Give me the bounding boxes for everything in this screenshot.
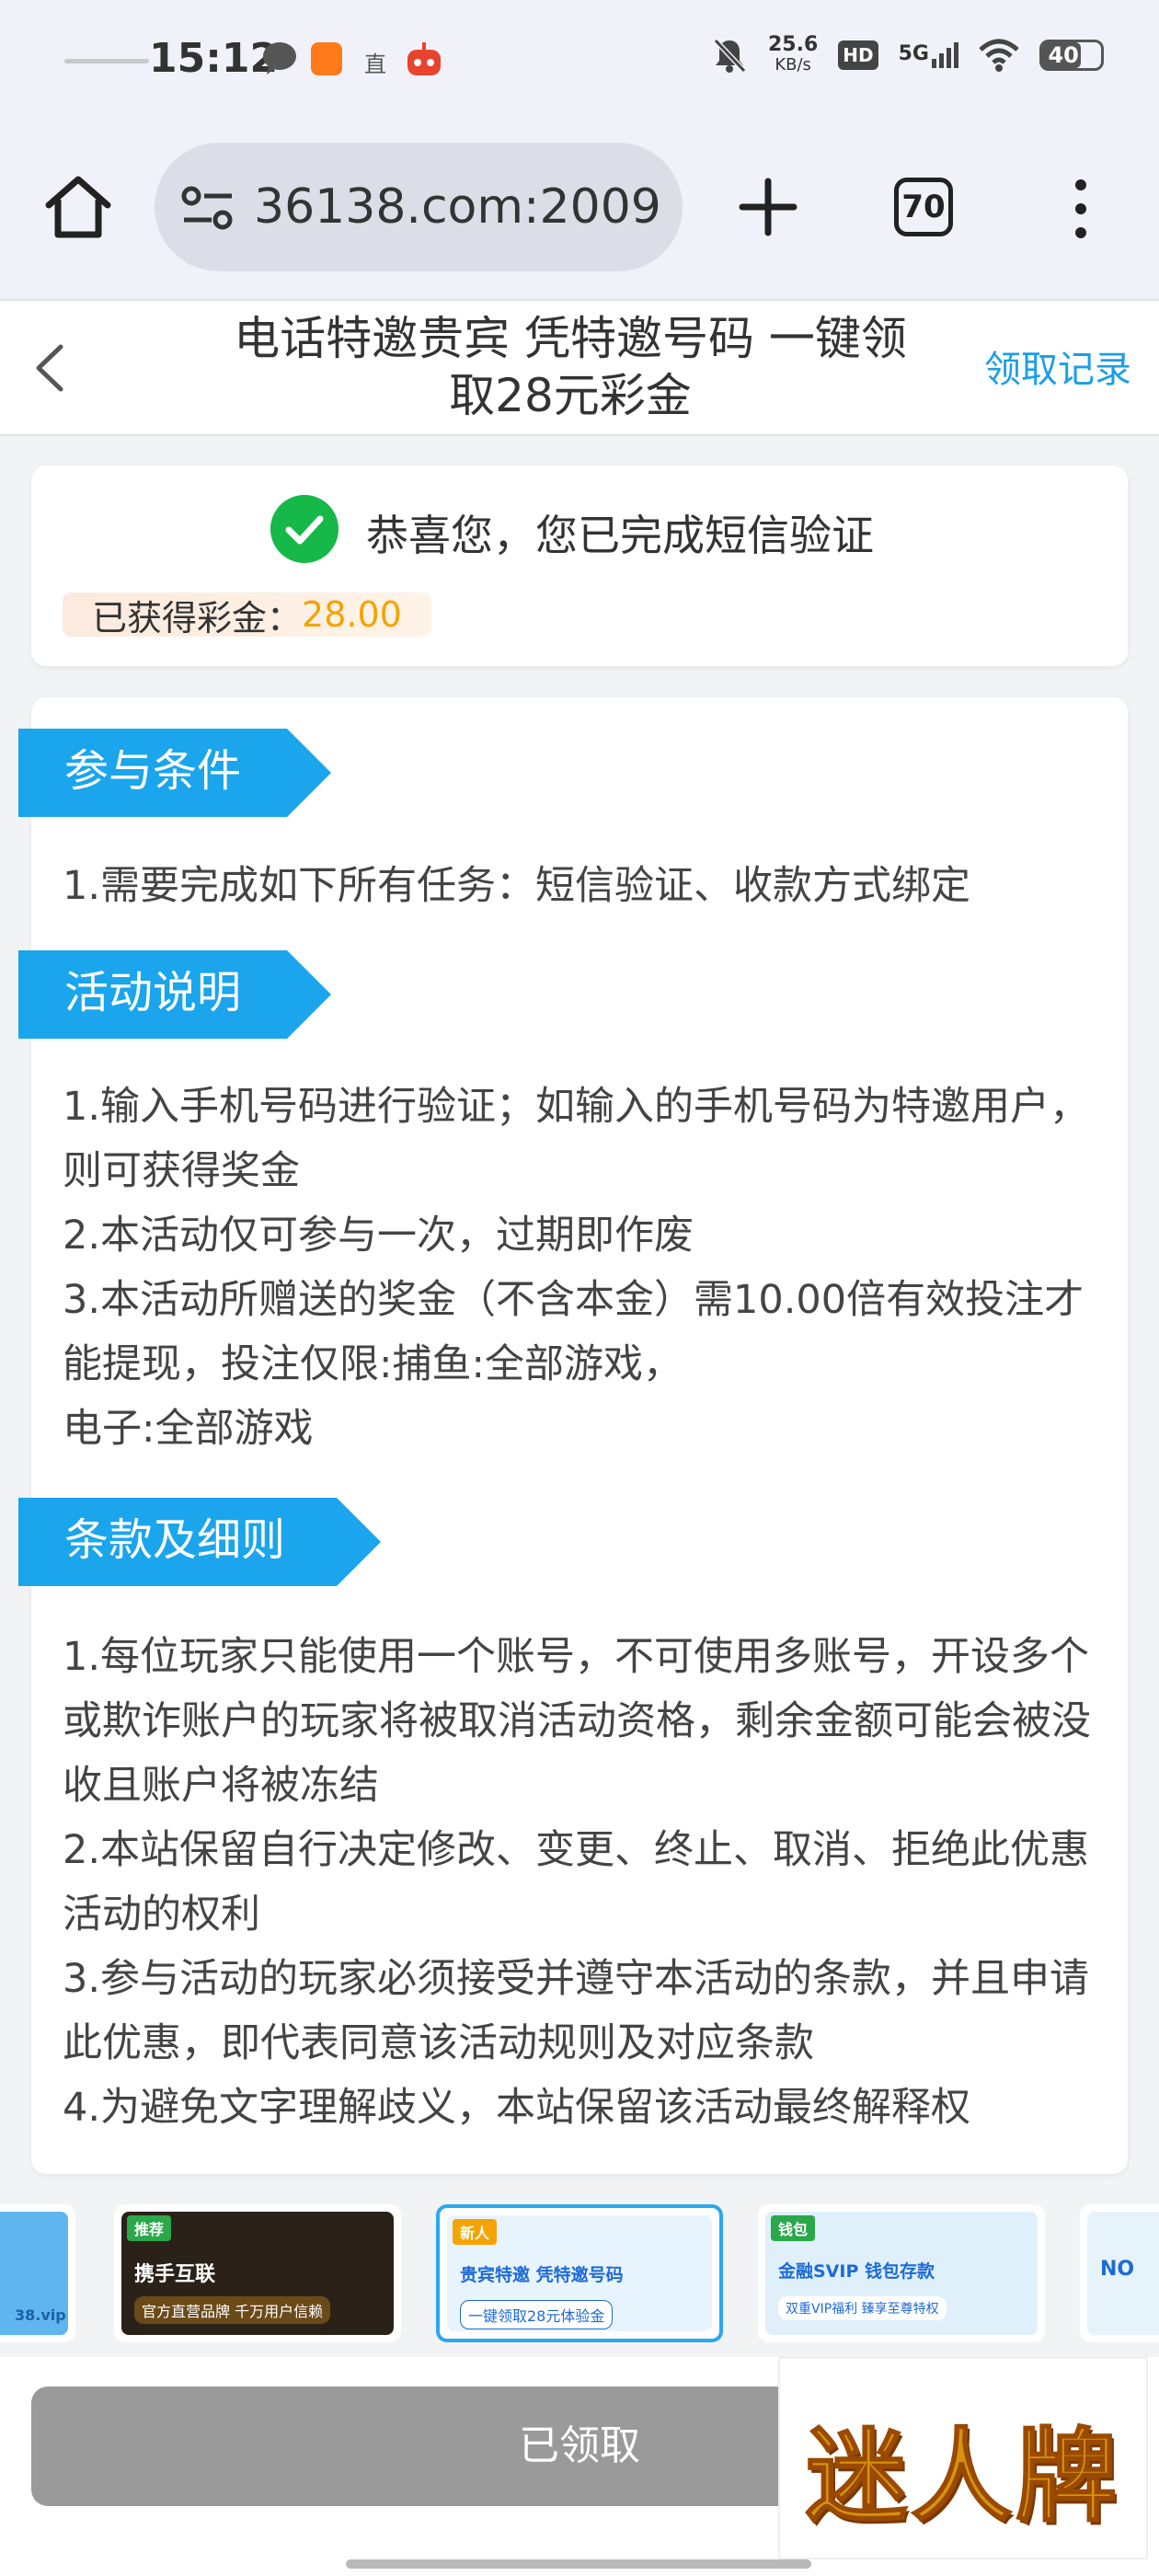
promo-banner[interactable]: NO bbox=[1080, 2204, 1159, 2342]
back-arrow-icon[interactable] bbox=[28, 338, 74, 398]
red-app-icon bbox=[407, 42, 441, 75]
page-header: 电话特邀贵宾 凭特邀号码 一键领取28元彩金 领取记录 bbox=[0, 299, 1159, 436]
terms-line: 2.本站保留自行决定修改、变更、终止、取消、拒绝此优惠活动的权利 bbox=[63, 1827, 1090, 1938]
mute-bell-icon bbox=[713, 38, 747, 74]
claim-record-link[interactable]: 领取记录 bbox=[984, 339, 1131, 393]
description-line: 3.本活动所赠送的奖金（不含本金）需10.00倍有效投注才能提现，投注仅限:捕鱼… bbox=[63, 1277, 1084, 1387]
url-text: 36138.com:20091 bbox=[254, 179, 659, 235]
promo-banner-image: 钱包 金融SVIP 钱包存款 双重VIP福利 臻享至尊特权 bbox=[765, 2212, 1038, 2335]
bottom-action-bar: 已领取 迷人牌 bbox=[0, 2357, 1159, 2576]
verification-success-card: 恭喜您，您已完成短信验证 已获得彩金： 28.00 bbox=[31, 466, 1128, 666]
terms-line: 1.每位玩家只能使用一个账号，不可使用多账号，开设多个或欺诈账户的玩家将被取消活… bbox=[63, 1634, 1091, 1809]
success-message: 恭喜您，您已完成短信验证 bbox=[366, 511, 874, 560]
section-title-description: 活动说明 bbox=[18, 950, 331, 1039]
hd-badge: HD bbox=[838, 40, 878, 70]
page-title: 电话特邀贵宾 凭特邀号码 一键领取28元彩金 bbox=[234, 312, 907, 422]
taobao-icon bbox=[311, 42, 342, 75]
promo-banner-image: 38.vip bbox=[0, 2212, 68, 2335]
promo-banner[interactable]: 钱包 金融SVIP 钱包存款 双重VIP福利 臻享至尊特权 bbox=[758, 2204, 1045, 2342]
section-title-conditions: 参与条件 bbox=[18, 729, 331, 817]
more-menu-icon[interactable] bbox=[1067, 172, 1095, 246]
net-speed: 25.6 KB/s bbox=[768, 33, 819, 75]
section-title-terms: 条款及细则 bbox=[18, 1498, 381, 1586]
address-bar[interactable]: 36138.com:20091 bbox=[155, 143, 683, 271]
bonus-amount: 28.00 bbox=[302, 594, 402, 635]
browser-toolbar: 36138.com:20091 70 bbox=[0, 124, 1159, 299]
site-settings-icon[interactable] bbox=[180, 185, 235, 231]
home-indicator[interactable] bbox=[346, 2559, 811, 2569]
description-line: 电子:全部游戏 bbox=[63, 1406, 314, 1452]
bonus-label: 已获得彩金： bbox=[92, 597, 303, 638]
promo-carousel[interactable]: 38.vip 推荐 携手互联 官方直营品牌 千万用户信赖 新人 贵宾特邀 凭特邀… bbox=[0, 2202, 1159, 2350]
status-right-group: 25.6 KB/s HD 5G 40 bbox=[711, 35, 1104, 75]
terms-line: 3.参与活动的玩家必须接受并遵守本活动的条款，并且申请此优惠，即代表同意该活动规… bbox=[63, 1956, 1090, 2066]
conditions-text: 1.需要完成如下所有任务：短信验证、收款方式绑定 bbox=[63, 854, 1111, 918]
promo-banner-image: 新人 贵宾特邀 凭特邀号码 一键领取28元体验金 bbox=[447, 2215, 712, 2331]
promo-banner[interactable]: 推荐 携手互联 官方直营品牌 千万用户信赖 bbox=[114, 2204, 401, 2342]
new-tab-icon[interactable] bbox=[736, 170, 800, 244]
success-check-icon bbox=[270, 495, 339, 563]
conditions-line: 1.需要完成如下所有任务：短信验证、收款方式绑定 bbox=[63, 863, 971, 909]
description-line: 1.输入手机号码进行验证；如输入的手机号码为特邀用户，则可获得奖金 bbox=[63, 1084, 1090, 1194]
promo-banner-active[interactable]: 新人 贵宾特邀 凭特邀号码 一键领取28元体验金 bbox=[436, 2204, 723, 2342]
promo-banner-image: 推荐 携手互联 官方直营品牌 千万用户信赖 bbox=[121, 2212, 394, 2335]
message-icon bbox=[263, 42, 296, 75]
brand-logo-text: 迷人牌 bbox=[805, 2416, 1120, 2536]
live-icon: 直 bbox=[364, 52, 386, 77]
description-text: 1.输入手机号码进行验证；如输入的手机号码为特邀用户，则可获得奖金 2.本活动仅… bbox=[63, 1075, 1111, 1461]
promo-banner-image: NO bbox=[1087, 2212, 1159, 2335]
activity-rules-card: 参与条件 1.需要完成如下所有任务：短信验证、收款方式绑定 活动说明 1.输入手… bbox=[31, 697, 1128, 2174]
bonus-badge: 已获得彩金： 28.00 bbox=[63, 592, 431, 638]
wifi-icon bbox=[979, 39, 1019, 72]
description-line: 2.本活动仅可参与一次，过期即作废 bbox=[63, 1213, 694, 1259]
terms-text: 1.每位玩家只能使用一个账号，不可使用多账号，开设多个或欺诈账户的玩家将被取消活… bbox=[63, 1625, 1111, 2140]
battery-icon: 40 bbox=[1039, 40, 1104, 71]
signal-icon: 5G bbox=[899, 42, 958, 68]
status-indicator-line bbox=[64, 59, 149, 63]
status-bar: 15:12 直 25.6 KB/s HD 5G 40 bbox=[0, 0, 1159, 124]
home-icon[interactable] bbox=[41, 170, 115, 244]
tab-switcher-button[interactable]: 70 bbox=[894, 178, 953, 236]
terms-line: 4.为避免文字理解歧义，本站保留该活动最终解释权 bbox=[63, 2085, 971, 2131]
brand-logo-overlay: 迷人牌 bbox=[778, 2357, 1148, 2559]
promo-banner[interactable]: 38.vip bbox=[0, 2204, 75, 2342]
status-time: 15:12 bbox=[149, 35, 279, 82]
